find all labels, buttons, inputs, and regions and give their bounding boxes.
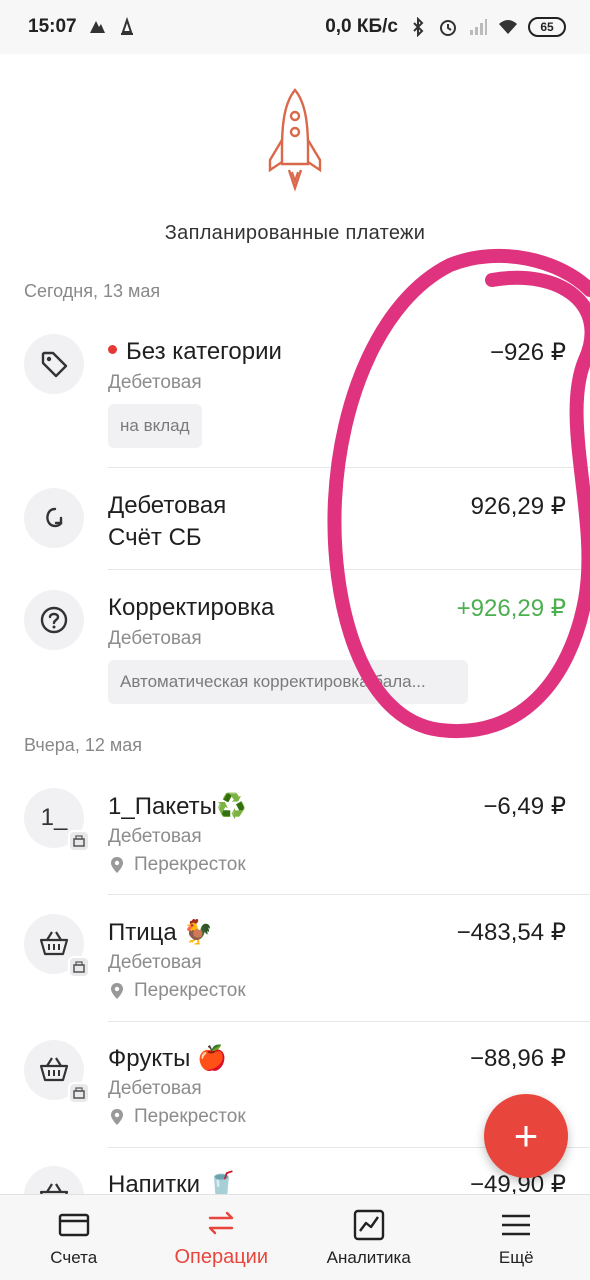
bottom-navigation: Счета Операции Аналитика Ещё <box>0 1194 590 1280</box>
divider <box>108 569 590 570</box>
operation-amount: 926,29 ₽ <box>470 493 566 520</box>
operation-amount: −483,54 ₽ <box>456 919 566 946</box>
divider <box>108 894 590 895</box>
net-speed: 0,0 КБ/с <box>325 16 398 37</box>
operation-title-text: Без категории <box>126 338 282 365</box>
location-pin-icon <box>111 983 123 999</box>
question-icon <box>24 590 84 650</box>
operation-amount: −6,49 ₽ <box>483 793 566 820</box>
operation-row[interactable]: Корректировка Дебетовая Автоматическая к… <box>0 590 590 710</box>
nav-label: Операции <box>174 1246 269 1268</box>
nav-label: Аналитика <box>326 1247 411 1267</box>
operation-title: Без категории <box>108 338 282 366</box>
location-pin-icon <box>111 857 123 873</box>
notification-icon <box>89 21 105 33</box>
category-initials: 1_ <box>40 804 68 831</box>
status-bar: 15:07 0,0 КБ/с 65 <box>0 0 590 54</box>
rocket-icon <box>268 88 322 192</box>
signal-icon <box>470 19 487 35</box>
operation-row[interactable]: Дебетовая Счёт СБ 926,29 ₽ <box>0 488 590 560</box>
operation-title: Фрукты 🍎 <box>108 1045 227 1072</box>
operation-account: Дебетовая <box>108 372 202 393</box>
add-operation-button[interactable]: + <box>484 1094 568 1178</box>
operation-title: Птица 🐓 <box>108 919 214 946</box>
operation-amount: −88,96 ₽ <box>469 1045 566 1072</box>
battery-indicator: 65 <box>528 17 566 37</box>
operation-title: Дебетовая <box>108 492 227 519</box>
location-pin-icon <box>111 1109 123 1125</box>
nav-accounts[interactable]: Счета <box>0 1195 148 1280</box>
operation-place: Перекресток <box>108 1106 246 1128</box>
operation-account: Дебетовая <box>108 1078 202 1099</box>
tag-icon <box>24 334 84 394</box>
uncategorized-dot <box>108 345 117 355</box>
transfer-icon <box>24 488 84 548</box>
chart-icon <box>353 1209 384 1240</box>
basket-icon <box>24 1040 90 1104</box>
place-name: Перекресток <box>134 1106 246 1127</box>
operation-row[interactable]: 1_ 1_Пакеты♻️ Дебетовая Перекресток −6,4… <box>0 788 590 888</box>
operation-row[interactable]: Без категории Дебетовая на вклад −926 ₽ <box>0 334 590 454</box>
nav-more[interactable]: Ещё <box>443 1195 590 1280</box>
receipt-icon <box>68 956 90 978</box>
planned-payments-link[interactable]: Запланированные платежи <box>0 222 590 245</box>
date-header-today: Сегодня, 13 мая <box>24 281 161 301</box>
operation-place: Перекресток <box>108 980 246 1002</box>
bluetooth-icon <box>413 17 424 37</box>
receipt-icon <box>68 1082 90 1104</box>
arrows-icon <box>209 1211 234 1235</box>
category-initials-icon: 1_ <box>24 788 90 852</box>
operation-comment: Автоматическая корректировка бала... <box>108 660 468 704</box>
nav-label: Счета <box>50 1247 98 1267</box>
operation-account: Дебетовая <box>108 952 202 973</box>
alarm-icon <box>440 20 456 36</box>
nav-analytics[interactable]: Аналитика <box>295 1195 443 1280</box>
place-name: Перекресток <box>134 854 246 875</box>
operation-title: Корректировка <box>108 594 275 621</box>
status-time: 15:07 <box>28 16 77 37</box>
basket-icon <box>24 914 90 978</box>
operation-place: Перекресток <box>108 854 246 876</box>
place-name: Перекресток <box>134 980 246 1001</box>
receipt-icon <box>68 830 90 852</box>
operation-row[interactable]: Птица 🐓 Дебетовая Перекресток −483,54 ₽ <box>0 914 590 1014</box>
divider <box>108 1021 590 1022</box>
date-header-yesterday: Вчера, 12 мая <box>24 735 142 755</box>
nav-operations[interactable]: Операции <box>148 1195 296 1280</box>
menu-icon <box>502 1214 531 1235</box>
nav-label: Ещё <box>498 1247 534 1267</box>
divider <box>108 467 590 468</box>
operation-amount: −926 ₽ <box>490 339 566 366</box>
wifi-icon <box>499 20 517 34</box>
operation-amount: +926,29 ₽ <box>456 595 566 622</box>
operation-account: Дебетовая <box>108 826 202 847</box>
operation-title-secondary: Счёт СБ <box>108 524 202 551</box>
operation-title: 1_Пакеты♻️ <box>108 793 247 820</box>
operation-account: Дебетовая <box>108 628 202 649</box>
planned-payments-section: Запланированные платежи <box>0 88 590 245</box>
card-icon <box>58 1213 89 1236</box>
vpn-icon <box>120 17 133 35</box>
operation-comment: на вклад <box>108 404 202 448</box>
